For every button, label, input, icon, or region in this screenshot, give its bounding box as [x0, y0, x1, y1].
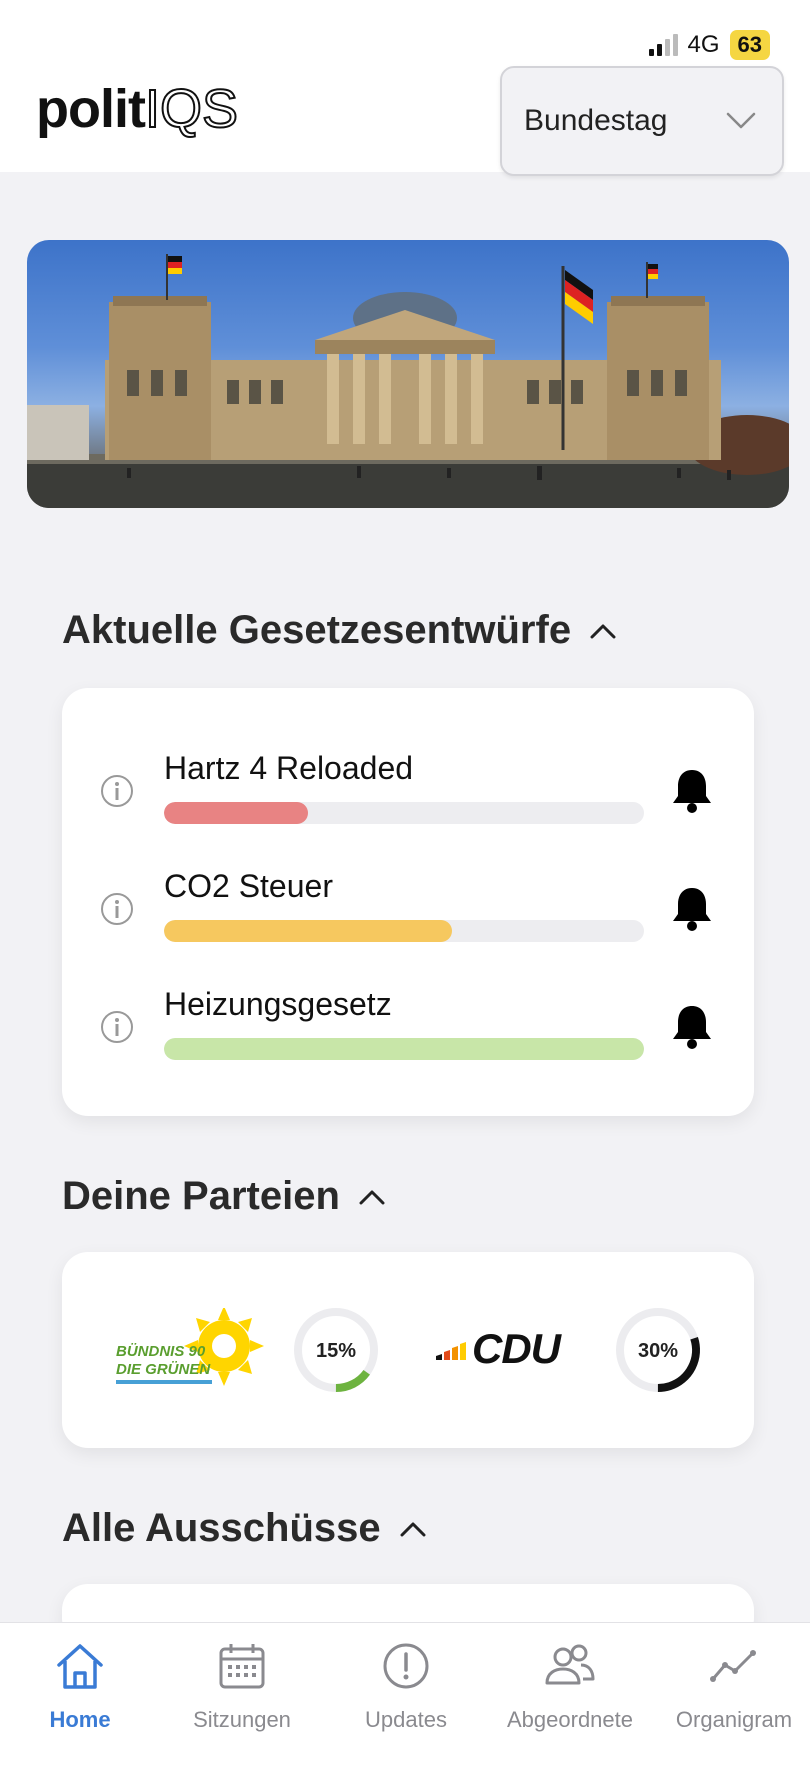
info-icon[interactable] — [100, 774, 134, 808]
parties-section-title: Deine Parteien — [62, 1174, 340, 1218]
parties-section-header[interactable]: Deine Parteien — [62, 1174, 386, 1219]
law-progress-fill — [164, 1038, 644, 1060]
bell-icon[interactable] — [670, 766, 714, 814]
battery-indicator: 63 — [729, 30, 770, 60]
laws-card: Hartz 4 Reloaded CO2 Steuer Heizungsgese… — [62, 688, 754, 1116]
law-name: Hartz 4 Reloaded — [164, 750, 414, 786]
committees-section-title: Alle Ausschüsse — [62, 1506, 381, 1550]
alert-icon — [383, 1643, 429, 1689]
gruene-logo: BÜNDNIS 90 DIE GRÜNEN — [116, 1306, 264, 1386]
bottom-tab-bar: Home Sitzungen Updates Abgeordnete Organ… — [0, 1622, 810, 1774]
law-progress-bar — [164, 920, 644, 942]
law-progress-bar — [164, 802, 644, 824]
tab-abgeordnete[interactable]: Abgeordnete — [490, 1639, 650, 1759]
laws-section-title: Aktuelle Gesetzesentwürfe — [62, 608, 572, 652]
status-bar: 4G 63 — [648, 30, 770, 60]
party-gruene[interactable]: BÜNDNIS 90 DIE GRÜNEN — [112, 1306, 272, 1394]
app-logo: polit IQS — [36, 78, 239, 140]
chevron-up-icon — [590, 624, 616, 638]
tab-home[interactable]: Home — [0, 1639, 160, 1759]
cdu-logo-mark — [436, 1342, 466, 1360]
info-icon[interactable] — [100, 892, 134, 926]
chevron-down-icon — [726, 112, 756, 129]
bell-icon[interactable] — [670, 1002, 714, 1050]
party-share-label: 15% — [316, 1340, 356, 1362]
chevron-up-icon — [400, 1522, 426, 1536]
law-progress-fill — [164, 920, 452, 942]
network-label: 4G — [687, 31, 720, 58]
law-item[interactable]: Hartz 4 Reloaded — [62, 746, 754, 836]
parliament-dropdown-value: Bundestag — [524, 104, 668, 137]
tab-organigram[interactable]: Organigram — [654, 1639, 810, 1759]
party-share-donut: 30% — [616, 1308, 700, 1392]
home-icon — [57, 1644, 103, 1689]
gruene-logo-line2: DIE GRÜNEN — [116, 1361, 211, 1378]
tab-sitzungen[interactable]: Sitzungen — [162, 1639, 322, 1759]
party-share-donut: 15% — [294, 1308, 378, 1392]
committees-section-header[interactable]: Alle Ausschüsse — [62, 1506, 427, 1551]
law-name: CO2 Steuer — [164, 868, 333, 904]
hero-image — [27, 240, 789, 508]
cdu-logo-text: CDU — [472, 1325, 561, 1372]
tab-updates[interactable]: Updates — [326, 1639, 486, 1759]
party-share-label: 30% — [638, 1340, 678, 1362]
chevron-up-icon — [359, 1190, 385, 1204]
law-progress-fill — [164, 802, 308, 824]
calendar-icon — [219, 1644, 265, 1689]
bell-icon[interactable] — [670, 884, 714, 932]
law-name: Heizungsgesetz — [164, 986, 392, 1022]
signal-icon — [648, 34, 678, 56]
app-header: 4G 63 polit IQS Bundestag — [0, 0, 810, 176]
law-item[interactable]: Heizungsgesetz — [62, 982, 754, 1072]
parties-card: BÜNDNIS 90 DIE GRÜNEN 15% CDU 30% — [62, 1252, 754, 1448]
people-icon — [545, 1644, 595, 1685]
party-cdu[interactable]: CDU — [436, 1324, 596, 1374]
law-item[interactable]: CO2 Steuer — [62, 864, 754, 954]
gruene-logo-line1: BÜNDNIS 90 — [116, 1343, 206, 1360]
law-progress-bar — [164, 1038, 644, 1060]
laws-section-header[interactable]: Aktuelle Gesetzesentwürfe — [62, 608, 617, 653]
parliament-dropdown[interactable]: Bundestag — [500, 66, 784, 176]
info-icon[interactable] — [100, 1010, 134, 1044]
trend-icon — [710, 1650, 756, 1682]
